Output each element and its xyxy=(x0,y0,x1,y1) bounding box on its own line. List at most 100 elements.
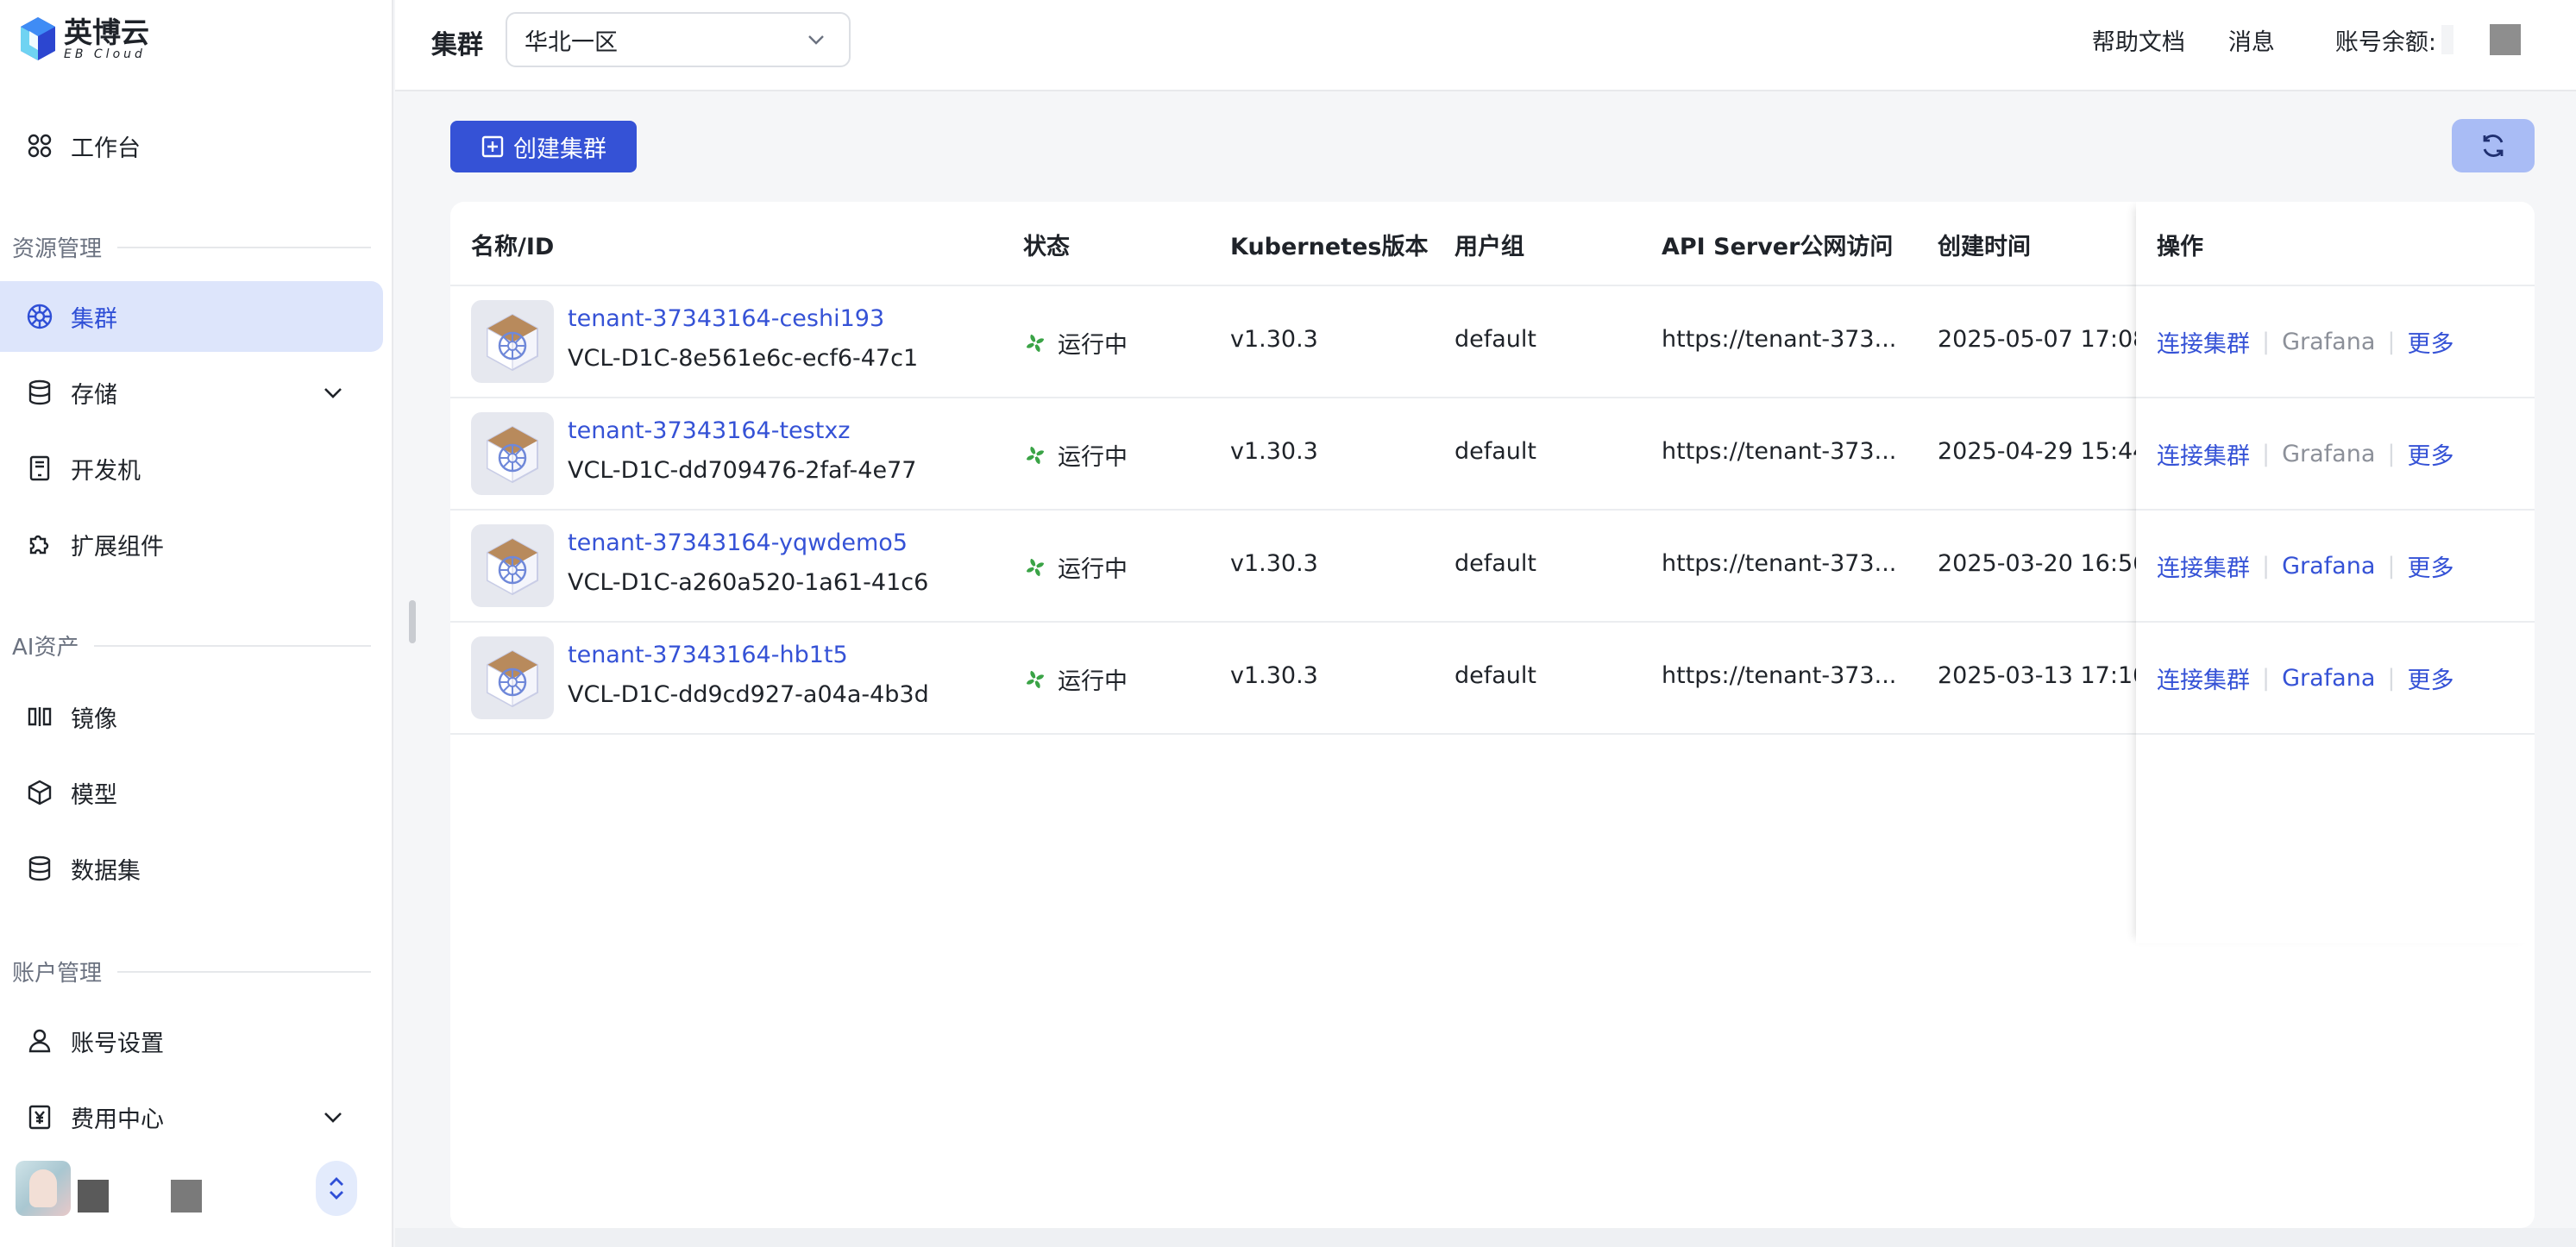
sidebar-item-cluster[interactable]: 集群 xyxy=(0,281,383,352)
separator: | xyxy=(2387,440,2396,467)
logo-cn-text: 英博云 xyxy=(64,16,149,49)
section-resource: 资源管理 xyxy=(12,231,371,263)
api-server-url[interactable]: https://tenant-373... xyxy=(1662,326,1896,353)
grafana-link[interactable]: Grafana xyxy=(2282,665,2375,692)
sidebar-item-label: 存储 xyxy=(71,381,117,409)
bottom-edge xyxy=(395,1228,2576,1247)
avatar[interactable] xyxy=(16,1161,71,1216)
api-server-url[interactable]: https://tenant-373... xyxy=(1662,550,1896,577)
sidebar-resize-handle[interactable] xyxy=(409,600,416,643)
column-created-time: 创建时间 xyxy=(1938,234,2031,260)
k8s-version: v1.30.3 xyxy=(1230,550,1318,577)
user-group: default xyxy=(1454,662,1537,689)
cluster-cube-icon xyxy=(487,425,538,484)
status-text: 运行中 xyxy=(1058,444,1128,471)
plus-square-icon xyxy=(481,135,504,158)
connect-cluster-link[interactable]: 连接集群 xyxy=(2157,437,2250,471)
created-time: 2025-04-29 15:44 xyxy=(1938,438,2148,465)
cube-icon xyxy=(24,777,55,808)
sidebar-item-label: 集群 xyxy=(71,305,117,333)
sidebar-item-label: 数据集 xyxy=(71,857,141,885)
cluster-icon xyxy=(471,636,554,719)
separator: | xyxy=(2387,552,2396,580)
sidebar-item-label: 工作台 xyxy=(71,135,141,162)
cluster-id: VCL-D1C-dd9cd927-a04a-4b3d xyxy=(568,681,929,708)
sidebar-item-billing[interactable]: 费用中心 xyxy=(0,1081,383,1152)
status-badge: 运行中 xyxy=(1023,438,1128,472)
cluster-id: VCL-D1C-a260a520-1a61-41c6 xyxy=(568,569,929,596)
api-server-url[interactable]: https://tenant-373... xyxy=(1662,438,1896,465)
sidebar-item-label: 镜像 xyxy=(71,705,117,733)
ops-header: 操作 xyxy=(2136,202,2535,286)
sidebar-item-label: 开发机 xyxy=(71,457,141,485)
column-user-group: 用户组 xyxy=(1454,234,1524,260)
created-time: 2025-05-07 17:08 xyxy=(1938,326,2148,353)
more-link[interactable]: 更多 xyxy=(2408,661,2454,695)
cluster-name-link[interactable]: tenant-37343164-ceshi193 xyxy=(568,305,884,332)
connect-cluster-link[interactable]: 连接集群 xyxy=(2157,325,2250,359)
column-api-server: API Server公网访问 xyxy=(1662,234,1894,260)
eb-cloud-logo-icon xyxy=(21,17,55,60)
sidebar-item-model[interactable]: 模型 xyxy=(0,757,383,828)
sidebar-item-image[interactable]: 镜像 xyxy=(0,681,383,752)
sidebar-item-dataset[interactable]: 数据集 xyxy=(0,833,383,904)
cluster-name-link[interactable]: tenant-37343164-hb1t5 xyxy=(568,642,848,668)
sidebar-item-label: 模型 xyxy=(71,781,117,809)
running-status-icon xyxy=(1027,558,1044,576)
balance-label: 账号余额: xyxy=(2334,28,2436,56)
api-server-url[interactable]: https://tenant-373... xyxy=(1662,662,1896,689)
section-label: 账户管理 xyxy=(12,961,103,987)
operations-column: 操作 连接集群 | Grafana | 更多 连接集群 | Grafana | 更多 连接集群 | Gr… xyxy=(2136,202,2535,943)
user-avatar[interactable] xyxy=(2490,24,2521,55)
more-link[interactable]: 更多 xyxy=(2408,437,2454,471)
messages-link[interactable]: 消息 xyxy=(2228,23,2275,57)
status-badge: 运行中 xyxy=(1023,326,1128,360)
sidebar-item-extensions[interactable]: 扩展组件 xyxy=(0,509,383,580)
region-select[interactable]: 华北一区 xyxy=(506,12,851,67)
redacted-balance xyxy=(2441,25,2453,54)
separator: | xyxy=(2387,664,2396,692)
connect-cluster-link[interactable]: 连接集群 xyxy=(2157,549,2250,583)
cluster-name-link[interactable]: tenant-37343164-testxz xyxy=(568,417,850,444)
help-docs-link[interactable]: 帮助文档 xyxy=(2092,23,2185,57)
separator: | xyxy=(2262,552,2271,580)
running-status-icon xyxy=(1027,334,1044,352)
more-link[interactable]: 更多 xyxy=(2408,549,2454,583)
refresh-button[interactable] xyxy=(2452,119,2535,172)
sidebar-item-devbox[interactable]: 开发机 xyxy=(0,433,383,504)
top-header: 集群 华北一区 帮助文档 消息 账号余额: xyxy=(395,0,2576,91)
create-cluster-label: 创建集群 xyxy=(513,135,606,162)
refresh-icon xyxy=(2483,135,2504,157)
grid-icon xyxy=(24,130,55,161)
grafana-link[interactable]: Grafana xyxy=(2282,553,2375,580)
cluster-cube-icon xyxy=(487,313,538,372)
device-icon xyxy=(24,453,55,484)
ops-row: 连接集群 | Grafana | 更多 xyxy=(2136,623,2535,735)
logo-en-text: EB Cloud xyxy=(64,47,146,61)
section-account: 账户管理 xyxy=(12,956,371,987)
chevron-down-icon[interactable] xyxy=(317,1101,349,1132)
connect-cluster-link[interactable]: 连接集群 xyxy=(2157,661,2250,695)
chevron-down-icon[interactable] xyxy=(317,377,349,408)
separator: | xyxy=(2387,328,2396,355)
k8s-version: v1.30.3 xyxy=(1230,438,1318,465)
separator: | xyxy=(2262,664,2271,692)
user-icon xyxy=(24,1025,55,1056)
sidebar-item-storage[interactable]: 存储 xyxy=(0,357,383,428)
expand-toggle-button[interactable] xyxy=(316,1161,357,1216)
sidebar-item-account-settings[interactable]: 账号设置 xyxy=(0,1006,383,1076)
user-block[interactable] xyxy=(16,1161,378,1218)
redacted-username xyxy=(78,1180,109,1213)
cluster-cube-icon xyxy=(487,649,538,708)
status-text: 运行中 xyxy=(1058,332,1128,359)
column-status: 状态 xyxy=(1023,234,1070,260)
cluster-name-link[interactable]: tenant-37343164-yqwdemo5 xyxy=(568,530,908,556)
create-cluster-button[interactable]: 创建集群 xyxy=(450,121,637,172)
separator: | xyxy=(2262,328,2271,355)
logo[interactable]: 英博云 EB Cloud xyxy=(19,16,149,62)
sidebar-item-workbench[interactable]: 工作台 xyxy=(0,110,383,181)
database-icon xyxy=(24,377,55,408)
more-link[interactable]: 更多 xyxy=(2408,325,2454,359)
running-status-icon xyxy=(1027,446,1044,464)
puzzle-icon xyxy=(24,529,55,560)
